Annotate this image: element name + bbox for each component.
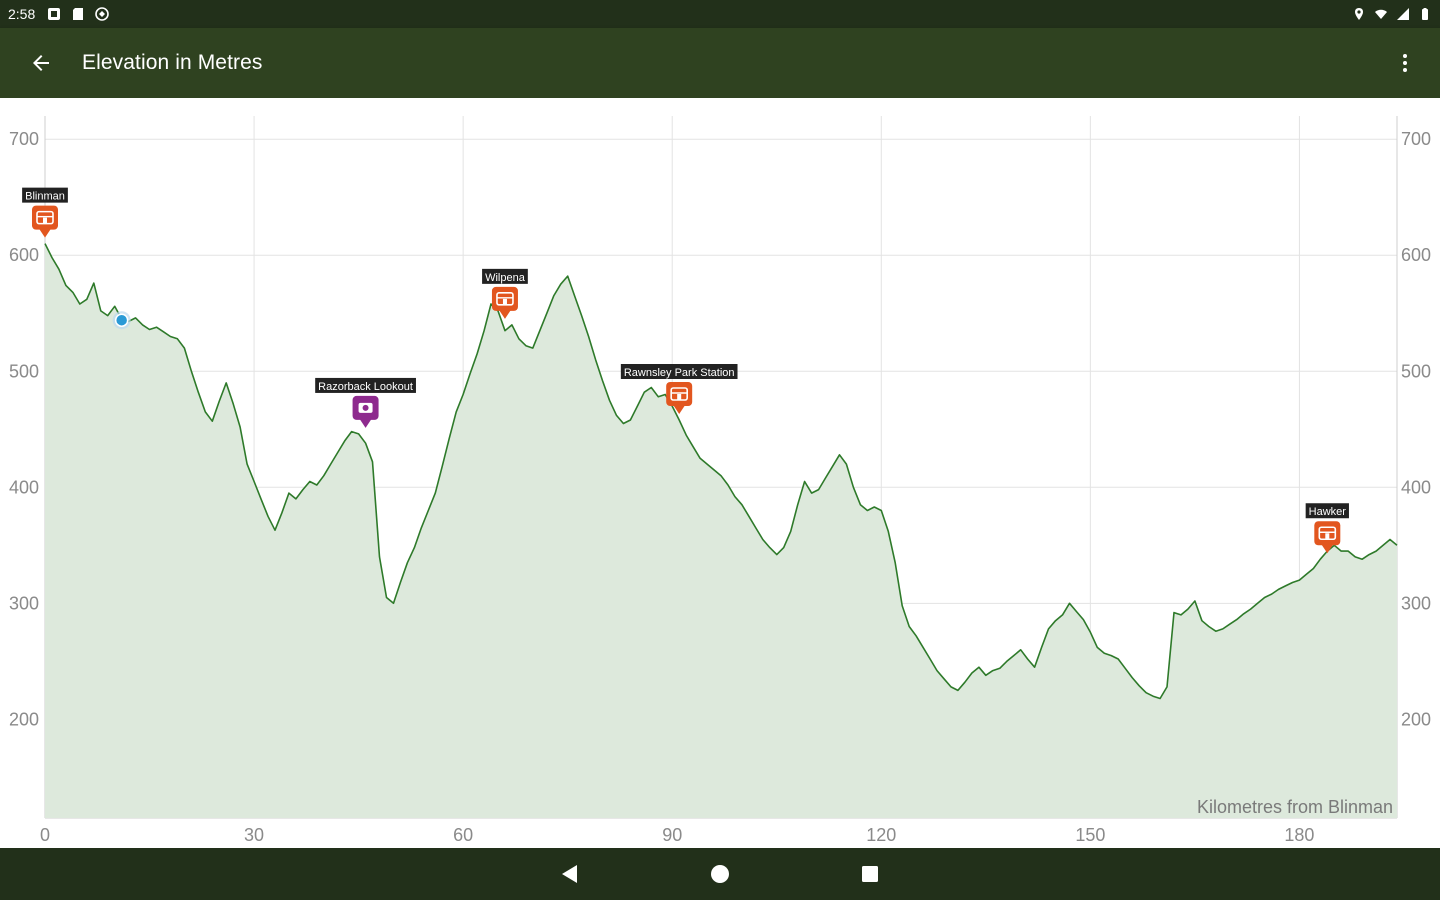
x-tick-label: 180: [1284, 825, 1314, 845]
chart-area-fill: [44, 243, 1398, 819]
y-tick-label-right: 600: [1401, 245, 1431, 265]
nav-recents-button[interactable]: [850, 854, 890, 894]
status-time: 2:58: [8, 6, 36, 22]
sync-icon: [95, 7, 110, 21]
back-button[interactable]: [0, 28, 82, 98]
poi-pin-tip: [39, 228, 51, 238]
x-tick-label: 90: [662, 825, 682, 845]
y-tick-label-left: 200: [9, 709, 39, 729]
nav-recents-icon: [862, 866, 878, 882]
poi-label: Wilpena: [485, 272, 526, 284]
notification-icon: [48, 8, 61, 20]
poi-marker[interactable]: Razorback Lookout: [315, 377, 416, 428]
y-tick-label-right: 400: [1401, 477, 1431, 497]
poi-label: Blinman: [25, 191, 65, 203]
overflow-menu-button[interactable]: [1370, 28, 1440, 98]
x-tick-label: 120: [866, 825, 896, 845]
elevation-area: [45, 243, 1397, 819]
x-tick-label: 0: [40, 825, 50, 845]
poi-marker[interactable]: Hawker: [1305, 503, 1349, 554]
y-tick-label-right: 500: [1401, 361, 1431, 381]
x-tick-label: 150: [1075, 825, 1105, 845]
camera-icon: [358, 402, 373, 413]
y-tick-label-right: 300: [1401, 593, 1431, 613]
battery-icon: [1422, 8, 1428, 20]
page-title: Elevation in Metres: [82, 51, 263, 74]
poi-marker[interactable]: Blinman: [22, 187, 68, 238]
poi-label: Hawker: [1309, 506, 1347, 518]
app-bar: Elevation in Metres: [0, 28, 1440, 98]
more-vert-icon: [1403, 54, 1407, 72]
elevation-chart-svg[interactable]: 200 200 300 300 400 400 500 500 600 600 700 700 0 30 6…: [0, 98, 1440, 848]
x-axis-title: Kilometres from Blinman: [1197, 797, 1393, 817]
poi-pin: [32, 205, 58, 230]
nav-home-button[interactable]: [700, 854, 740, 894]
y-tick-label-right: 200: [1401, 709, 1431, 729]
nav-home-icon: [711, 865, 729, 883]
status-icons-right: [1352, 7, 1432, 21]
current-position-marker: [112, 311, 131, 330]
status-icons-left: [47, 7, 110, 21]
y-tick-label-left: 400: [9, 477, 39, 497]
x-tick-label: 30: [244, 825, 264, 845]
wifi-icon: [1375, 9, 1387, 19]
x-tick-label: 60: [453, 825, 473, 845]
poi-label: Razorback Lookout: [318, 381, 413, 393]
y-tick-label-left: 500: [9, 361, 39, 381]
poi-pin-tip: [359, 418, 372, 428]
elevation-chart[interactable]: 200 200 300 300 400 400 500 500 600 600 700 700 0 30 6…: [0, 98, 1440, 848]
arrow-back-icon: [33, 55, 49, 71]
sd-card-icon: [73, 8, 84, 20]
y-tick-label-left: 600: [9, 245, 39, 265]
navigation-bar: [0, 848, 1440, 900]
poi-label: Rawnsley Park Station: [624, 367, 735, 379]
status-bar: 2:58: [0, 0, 1440, 28]
nav-back-icon: [562, 865, 577, 883]
y-tick-label-left: 300: [9, 593, 39, 613]
signal-icon: [1397, 8, 1409, 20]
location-icon: [1355, 8, 1363, 20]
nav-back-button[interactable]: [550, 854, 590, 894]
y-tick-label-left: 700: [9, 129, 39, 149]
y-tick-label-right: 700: [1401, 129, 1431, 149]
